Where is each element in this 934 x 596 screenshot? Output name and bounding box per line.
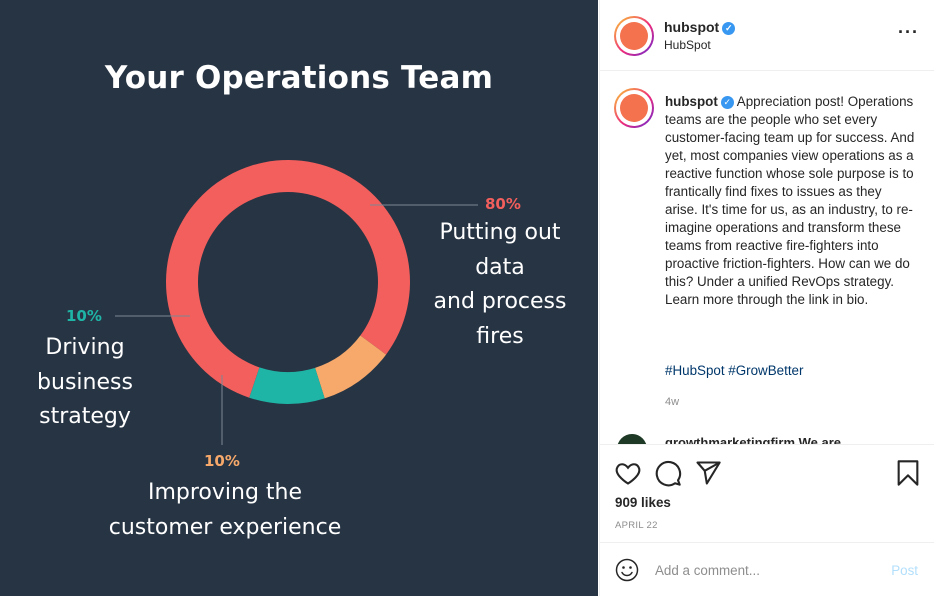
verified-badge-icon: ✓ bbox=[722, 22, 736, 35]
comment-text: growthmarketingfirm We are bbox=[665, 435, 842, 444]
slice-category-label: Improving the customer experience bbox=[108, 480, 342, 540]
slice-category-label: Driving business strategy bbox=[37, 335, 133, 429]
bookmark-icon[interactable] bbox=[894, 459, 922, 487]
post-caption: hubspot ✓ Appreciation post! Operations t… bbox=[665, 93, 915, 309]
slice-category-label: Putting out data and process fires bbox=[433, 220, 567, 349]
verified-badge-icon: ✓ bbox=[720, 96, 734, 109]
share-icon[interactable] bbox=[694, 459, 722, 487]
author-display-name: HubSpot bbox=[664, 38, 711, 52]
slice-value-label: 80% bbox=[485, 195, 521, 213]
action-bar: 909 likes APRIL 22 bbox=[600, 444, 934, 542]
ellipsis-icon[interactable]: ··· bbox=[898, 22, 919, 43]
slice-value-label: 10% bbox=[204, 452, 240, 470]
slide-title: Your Operations Team bbox=[104, 60, 494, 96]
post-sidebar: hubspot ✓ HubSpot ··· hubspot ✓ Appreciati… bbox=[599, 0, 934, 596]
comment-icon[interactable] bbox=[654, 459, 682, 487]
post-image: Your Operations Team 80% Putting out dat… bbox=[0, 0, 598, 596]
post-comment-button[interactable]: Post bbox=[891, 563, 918, 578]
comment-bar: Add a comment... Post bbox=[600, 542, 934, 596]
avatar[interactable] bbox=[614, 16, 654, 56]
heart-icon[interactable] bbox=[614, 459, 642, 487]
caption-text: Appreciation post! Operations teams are … bbox=[665, 94, 915, 307]
avatar[interactable] bbox=[617, 434, 647, 444]
donut-slice bbox=[249, 367, 325, 404]
slice-value-label: 10% bbox=[66, 307, 102, 325]
author-username[interactable]: hubspot ✓ bbox=[664, 19, 736, 35]
emoji-icon[interactable] bbox=[615, 558, 639, 582]
post-date: APRIL 22 bbox=[615, 520, 658, 531]
username-text[interactable]: hubspot bbox=[664, 19, 719, 35]
post-header: hubspot ✓ HubSpot ··· bbox=[600, 0, 934, 71]
comment-input[interactable]: Add a comment... bbox=[655, 563, 760, 578]
caption-username[interactable]: hubspot bbox=[665, 94, 718, 109]
comments-area[interactable]: hubspot ✓ Appreciation post! Operations t… bbox=[600, 72, 934, 444]
avatar[interactable] bbox=[614, 88, 654, 128]
like-count[interactable]: 909 likes bbox=[615, 495, 671, 510]
hashtags[interactable]: #HubSpot #GrowBetter bbox=[665, 363, 803, 378]
post-age: 4w bbox=[665, 396, 680, 408]
